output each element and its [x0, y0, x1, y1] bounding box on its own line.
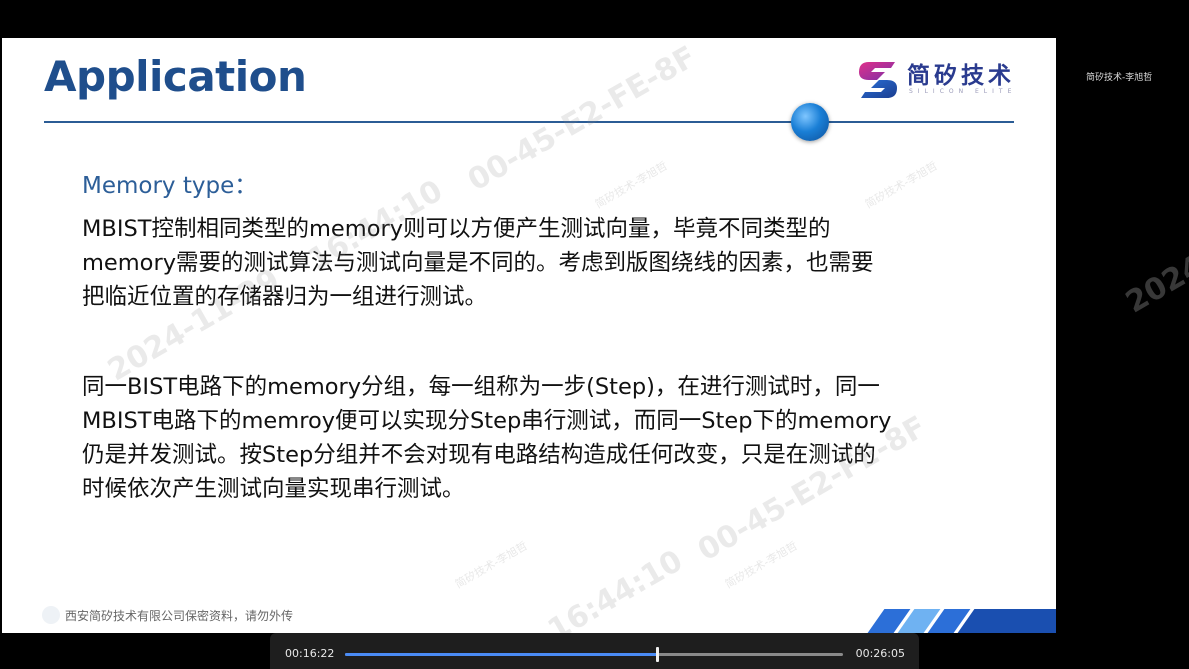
- section-heading: Memory type：: [82, 173, 258, 199]
- watermark-time: 16:44:10: [542, 543, 689, 633]
- footer-decoration: [42, 606, 60, 624]
- total-time: 00:26:05: [855, 647, 905, 660]
- confidential-footer: 西安简矽技术有限公司保密资料，请勿外传: [65, 609, 294, 623]
- paragraph-1: MBIST控制相同类型的memory则可以方便产生测试向量，毕竟不同类型的 me…: [82, 216, 874, 310]
- presentation-slide: Application 简矽技术 SILICON ELITE Memory ty…: [2, 38, 1056, 633]
- watermark-small: 简矽技术-李旭哲: [453, 539, 530, 591]
- slide-title: Application: [44, 52, 307, 101]
- watermark-small: 简矽技术-李旭哲: [863, 159, 940, 211]
- watermark-mac: 00-45-E2-FE-8F: [462, 39, 703, 199]
- company-logo: 简矽技术 SILICON ELITE: [855, 56, 1025, 104]
- progress-handle[interactable]: [656, 647, 660, 662]
- paragraph-2: 同一BIST电路下的memory分组，每一组称为一步(Step)，在进行测试时，…: [82, 374, 892, 502]
- logo-subtitle: SILICON ELITE: [909, 88, 1017, 95]
- screen: Application 简矽技术 SILICON ELITE Memory ty…: [0, 0, 1189, 669]
- video-player-controls[interactable]: 00:16:22 00:26:05: [270, 633, 919, 669]
- watermark-small: 简矽技术-李旭哲: [593, 159, 670, 211]
- watermark-date: 2024-11-29: [1120, 194, 1189, 321]
- watermark-small: 简矽技术-李旭哲: [723, 539, 800, 591]
- footer-stripes: [856, 609, 1056, 633]
- progress-fill: [345, 653, 658, 656]
- silicon-elite-logo-icon: [859, 62, 897, 98]
- progress-bar[interactable]: [345, 647, 843, 662]
- presenter-label: 简矽技术-李旭哲: [1086, 73, 1153, 83]
- logo-text: 简矽技术: [907, 63, 1015, 89]
- title-divider: [44, 121, 1014, 123]
- decorative-sphere: [791, 103, 829, 141]
- current-time: 00:16:22: [285, 647, 335, 660]
